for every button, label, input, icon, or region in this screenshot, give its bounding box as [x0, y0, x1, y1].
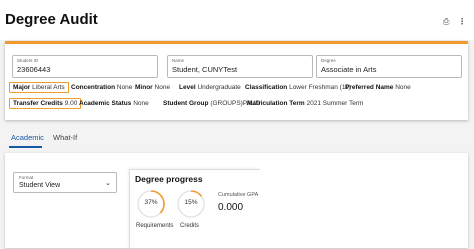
transfer-credits-value: 9.00 [64, 100, 78, 107]
academic-status-item: Academic Status None [79, 100, 149, 107]
transfer-credits-item: Transfer Credits 9.00 [9, 98, 82, 109]
print-icon[interactable]: ⎙ [443, 17, 449, 27]
classification-value: Lower Freshman (11) [289, 84, 351, 91]
classification-label: Classification [245, 84, 288, 91]
cumulative-gpa-value: 0.000 [218, 202, 244, 213]
format-value: Student View [19, 182, 61, 189]
credits-label: Credits [180, 223, 200, 229]
level-value: Undergraduate [197, 84, 241, 91]
preferred-name-label: Preferred Name [345, 84, 394, 91]
degree-label: Degree [321, 58, 336, 63]
concentration-item: Concentration None [71, 84, 132, 91]
major-item: Major Liberal Arts [9, 82, 69, 93]
more-options-icon[interactable]: ⋮ [458, 17, 466, 26]
cumulative-gpa-label: Cumulative GPA [218, 192, 259, 198]
preferred-name-item: Preferred Name None [345, 84, 411, 91]
degree-value: Associate in Arts [321, 65, 377, 74]
tab-what-if[interactable]: What-If [53, 133, 77, 142]
app-header: Degree Audit ⎙ ⋮ [0, 0, 474, 40]
requirements-progress-ring: 37% [136, 189, 166, 219]
classification-item: Classification Lower Freshman (11) [245, 84, 351, 91]
chevron-down-icon: ⌄ [105, 180, 111, 187]
requirements-percent: 37% [144, 199, 158, 206]
major-label: Major [13, 84, 31, 91]
minor-item: Minor None [135, 84, 170, 91]
credits-percent: 15% [184, 199, 198, 206]
concentration-value: None [116, 84, 133, 91]
matriculation-term-label: Matriculation Term [247, 100, 305, 107]
audit-content-card: Format Student View ⌄ Degree progress 37… [5, 153, 468, 249]
student-id-label: Student ID [17, 58, 39, 63]
level-item: Level Undergraduate [179, 84, 241, 91]
student-group-item: Student Group (GROUPS)PAUD [163, 100, 260, 107]
page-title: Degree Audit [5, 11, 98, 28]
matriculation-term-value: 2021 Summer Term [306, 100, 364, 107]
matriculation-term-item: Matriculation Term 2021 Summer Term [247, 100, 363, 107]
degree-progress-title: Degree progress [135, 174, 203, 184]
academic-status-value: None [133, 100, 149, 107]
student-group-label: Student Group [163, 100, 209, 107]
major-value: Liberal Arts [32, 84, 65, 91]
minor-label: Minor [135, 84, 153, 91]
level-label: Level [179, 84, 196, 91]
active-tab-indicator [9, 146, 42, 148]
name-value: Student, CUNYTest [172, 65, 238, 74]
concentration-label: Concentration [71, 84, 116, 91]
preferred-name-value: None [395, 84, 411, 91]
format-select[interactable]: Format Student View ⌄ [13, 172, 117, 193]
name-field: Name Student, CUNYTest [167, 55, 313, 78]
name-label: Name [172, 58, 185, 63]
student-id-field: Student ID 23606443 [12, 55, 158, 78]
credits-progress-ring: 15% [176, 189, 206, 219]
requirements-label: Requirements [136, 223, 174, 229]
minor-value: None [154, 84, 171, 91]
student-id-value: 23606443 [17, 65, 51, 74]
audit-tabs: Academic What-If [0, 132, 474, 148]
degree-progress-panel: Degree progress 37% Requirements 15% Cre… [129, 169, 260, 249]
transfer-credits-label: Transfer Credits [13, 100, 63, 107]
student-summary-card: Student ID 23606443 Name Student, CUNYTe… [5, 41, 468, 120]
tab-academic[interactable]: Academic [11, 133, 44, 142]
academic-status-label: Academic Status [79, 100, 132, 107]
format-label: Format [19, 175, 34, 180]
degree-field: Degree Associate in Arts [316, 55, 462, 78]
